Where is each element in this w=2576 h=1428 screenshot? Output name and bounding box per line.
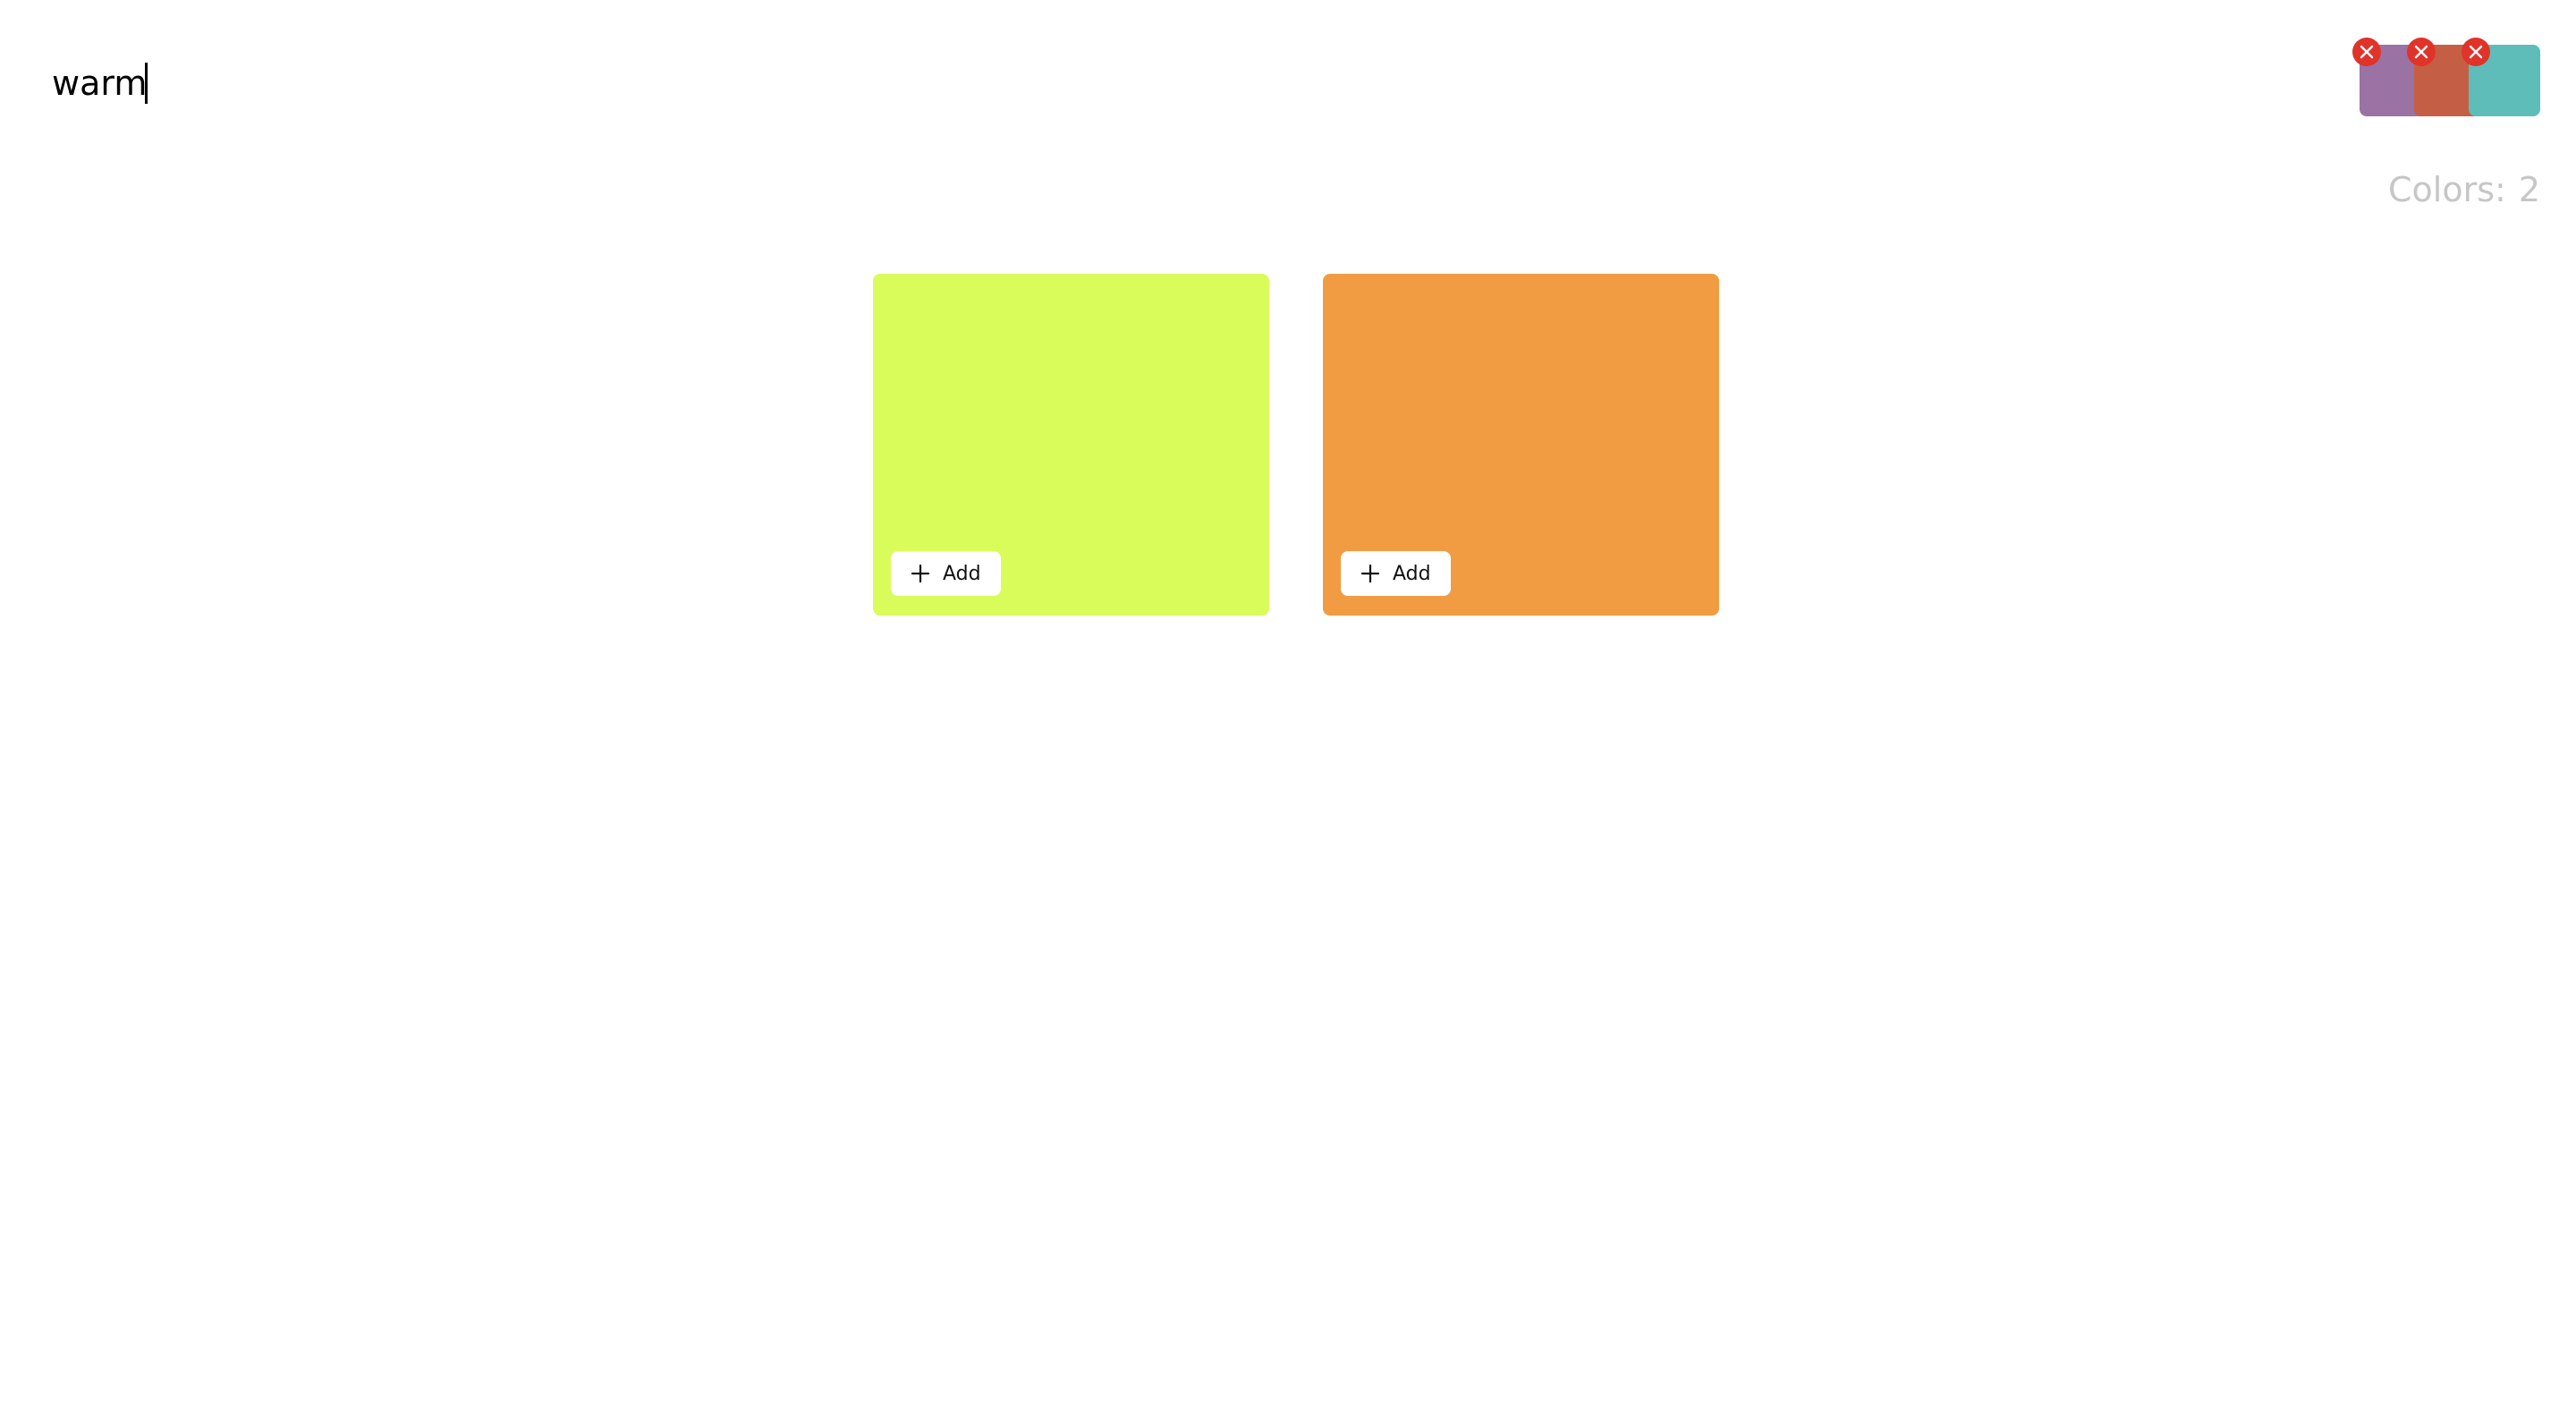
colors-count-value: 2 [2518, 170, 2540, 209]
page: Colors: 2 Add Add [0, 0, 2576, 1428]
add-button[interactable]: Add [1341, 551, 1451, 596]
saved-palette [2352, 38, 2540, 116]
add-button-label: Add [1393, 562, 1431, 585]
close-icon [2360, 45, 2374, 59]
color-card: Add [873, 274, 1269, 616]
text-caret [145, 63, 148, 104]
add-button[interactable]: Add [891, 551, 1001, 596]
plus-icon [911, 564, 930, 583]
colors-count-label: Colors: [2388, 170, 2506, 209]
color-results: Add Add [873, 274, 1719, 616]
color-card: Add [1323, 274, 1719, 616]
colors-count: Colors: 2 [2388, 170, 2540, 209]
remove-swatch-button[interactable] [2352, 38, 2381, 66]
search-bar [52, 52, 148, 115]
close-icon [2469, 45, 2483, 59]
plus-icon [1360, 564, 1380, 583]
add-button-label: Add [943, 562, 981, 585]
close-icon [2414, 45, 2428, 59]
search-input[interactable] [52, 58, 145, 108]
remove-swatch-button[interactable] [2407, 38, 2436, 66]
remove-swatch-button[interactable] [2462, 38, 2490, 66]
